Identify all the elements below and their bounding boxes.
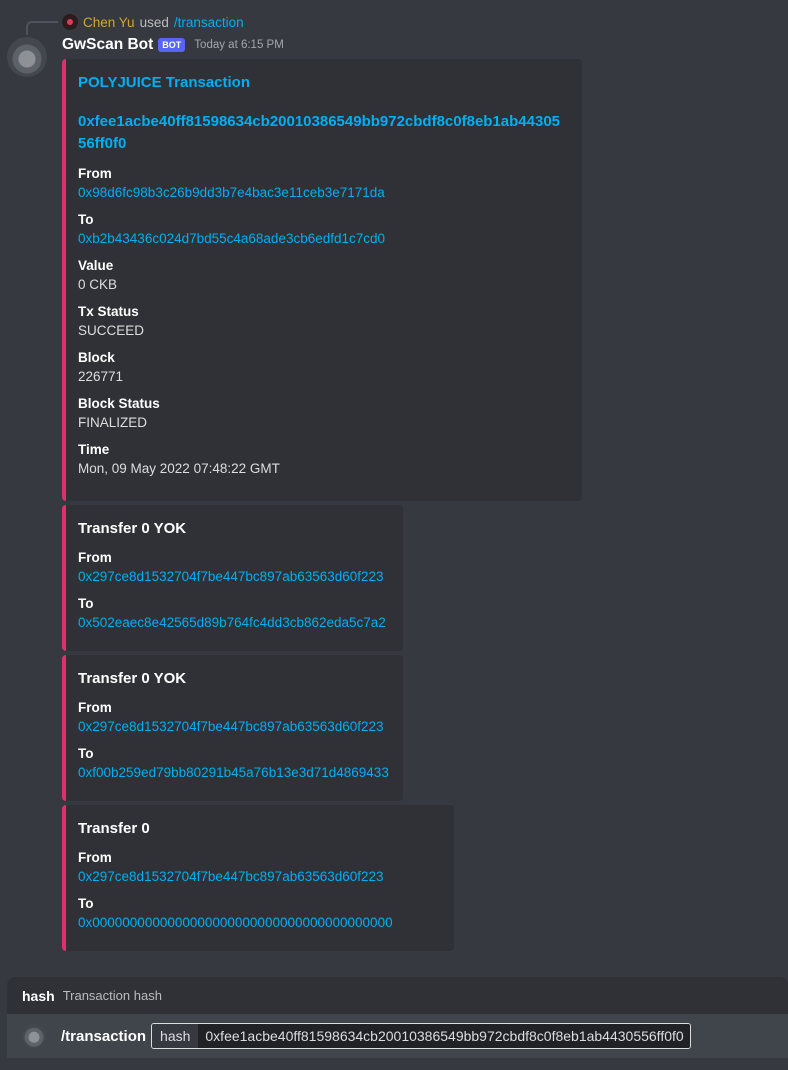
from-address-link[interactable]: 0x297ce8d1532704f7be447bc897ab63563d60f2… <box>78 867 438 887</box>
reply-avatar[interactable] <box>62 14 78 30</box>
field-from: From 0x297ce8d1532704f7be447bc897ab63563… <box>78 699 387 737</box>
field-label: To <box>78 596 94 611</box>
reply-connector <box>26 21 58 35</box>
field-value-text: SUCCEED <box>78 323 145 338</box>
transfer-embed: Transfer 0 YOK From 0x297ce8d1532704f7be… <box>62 505 403 651</box>
field-to: To 0x502eaec8e42565d89b764fc4dd3cb862eda… <box>78 595 387 633</box>
field-tx-status: Tx Status SUCCEED <box>78 303 566 341</box>
field-from: From 0x297ce8d1532704f7be447bc897ab63563… <box>78 849 438 887</box>
bot-name[interactable]: GwScan Bot <box>62 36 153 54</box>
embed-title: Transfer 0 <box>78 820 150 837</box>
hash-option-label: hash <box>152 1024 200 1048</box>
field-value: Value 0 CKB <box>78 257 566 295</box>
bot-avatar[interactable] <box>7 37 47 77</box>
command-option-hint[interactable]: hash Transaction hash <box>7 977 788 1014</box>
reply-used-text: used <box>139 14 169 30</box>
field-label: To <box>78 212 94 227</box>
to-address-link[interactable]: 0x502eaec8e42565d89b764fc4dd3cb862eda5c7… <box>78 613 387 633</box>
to-address-link[interactable]: 0x00000000000000000000000000000000000000… <box>78 913 438 933</box>
reply-command[interactable]: /transaction <box>174 15 244 30</box>
field-to: To 0xf00b259ed79bb80291b45a76b13e3d71d48… <box>78 745 389 783</box>
field-time: Time Mon, 09 May 2022 07:48:22 GMT <box>78 441 566 479</box>
embed-title: Transfer 0 YOK <box>78 670 187 687</box>
field-block: Block 226771 <box>78 349 566 387</box>
field-label: From <box>78 550 112 565</box>
transfer-embed: Transfer 0 From 0x297ce8d1532704f7be447b… <box>62 805 454 951</box>
field-to: To 0xb2b43436c024d7bd55c4a68ade3cb6edfd1… <box>78 211 566 249</box>
field-value-text: FINALIZED <box>78 415 148 430</box>
field-label: Block <box>78 350 115 365</box>
command-input-row[interactable]: /transaction hash 0xfee1acbe40ff81598634… <box>7 1014 788 1058</box>
field-label: To <box>78 746 94 761</box>
message-header: GwScan Bot BOT Today at 6:15 PM <box>62 36 284 54</box>
field-label: Value <box>78 258 114 273</box>
field-label: Tx Status <box>78 304 139 319</box>
embed-title: Transfer 0 YOK <box>78 520 187 537</box>
field-label: From <box>78 166 112 181</box>
bot-badge: BOT <box>158 38 186 52</box>
option-name: hash <box>22 987 55 1004</box>
transaction-embed: POLYJUICE Transaction 0xfee1acbe40ff8159… <box>62 59 582 501</box>
field-label: Block Status <box>78 396 160 411</box>
field-block-status: Block Status FINALIZED <box>78 395 566 433</box>
transfer-embed: Transfer 0 YOK From 0x297ce8d1532704f7be… <box>62 655 403 801</box>
transaction-hash-link[interactable]: 0xfee1acbe40ff81598634cb20010386549bb972… <box>78 111 566 155</box>
field-label: To <box>78 896 94 911</box>
from-address-link[interactable]: 0x297ce8d1532704f7be447bc897ab63563d60f2… <box>78 717 387 737</box>
command-name[interactable]: /transaction <box>61 1028 146 1045</box>
option-description: Transaction hash <box>62 988 162 1003</box>
field-value-text: 0 CKB <box>78 277 118 292</box>
embed-title: POLYJUICE Transaction <box>78 74 251 91</box>
field-from: From 0x297ce8d1532704f7be447bc897ab63563… <box>78 549 387 587</box>
hash-option-input[interactable]: 0xfee1acbe40ff81598634cb20010386549bb972… <box>199 1024 690 1048</box>
app-icon <box>22 1024 46 1048</box>
reply-reference[interactable]: Chen Yu used /transaction <box>62 14 244 30</box>
reply-username[interactable]: Chen Yu <box>83 15 135 30</box>
to-address-link[interactable]: 0xf00b259ed79bb80291b45a76b13e3d71d48694… <box>78 763 389 783</box>
hash-option-pill[interactable]: hash 0xfee1acbe40ff81598634cb20010386549… <box>151 1023 691 1049</box>
from-address-link[interactable]: 0x297ce8d1532704f7be447bc897ab63563d60f2… <box>78 567 387 587</box>
from-address-link[interactable]: 0x98d6fc98b3c26b9dd3b7e4bac3e11ceb3e7171… <box>78 183 566 203</box>
field-value-text: 226771 <box>78 369 124 384</box>
field-value-text: Mon, 09 May 2022 07:48:22 GMT <box>78 461 280 476</box>
message-timestamp: Today at 6:15 PM <box>194 39 284 51</box>
field-label: Time <box>78 442 110 457</box>
slash-command-composer: hash Transaction hash /transaction hash … <box>7 977 788 1058</box>
field-to: To 0x00000000000000000000000000000000000… <box>78 895 438 933</box>
to-address-link[interactable]: 0xb2b43436c024d7bd55c4a68ade3cb6edfd1c7c… <box>78 229 566 249</box>
field-from: From 0x98d6fc98b3c26b9dd3b7e4bac3e11ceb3… <box>78 165 566 203</box>
field-label: From <box>78 850 112 865</box>
field-label: From <box>78 700 112 715</box>
